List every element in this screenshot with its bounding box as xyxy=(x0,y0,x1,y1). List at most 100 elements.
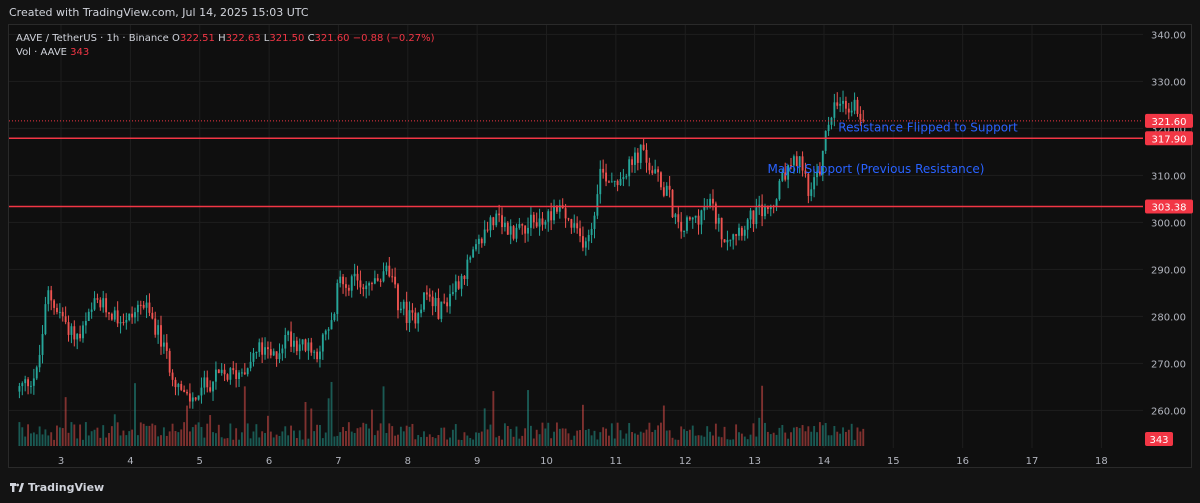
candle-body[interactable] xyxy=(388,265,391,277)
candle-body[interactable] xyxy=(356,273,359,281)
candle-body[interactable] xyxy=(232,368,235,371)
candle-body[interactable] xyxy=(304,339,307,351)
candle-body[interactable] xyxy=(842,100,844,104)
candle-body[interactable] xyxy=(235,370,238,379)
candle-body[interactable] xyxy=(32,378,35,386)
candle-body[interactable] xyxy=(746,219,749,230)
candle-body[interactable] xyxy=(108,312,110,314)
candle-body[interactable] xyxy=(180,384,183,390)
candle-body[interactable] xyxy=(839,103,842,106)
candle-body[interactable] xyxy=(423,292,425,310)
candle-body[interactable] xyxy=(726,239,729,243)
candle-body[interactable] xyxy=(287,331,290,336)
chart-annotation[interactable]: Major Support (Previous Resistance) xyxy=(768,162,985,176)
candle-body[interactable] xyxy=(44,304,47,335)
candle-body[interactable] xyxy=(683,230,686,232)
candle-body[interactable] xyxy=(662,187,665,196)
candle-body[interactable] xyxy=(547,211,550,222)
candle-body[interactable] xyxy=(454,281,457,293)
candle-body[interactable] xyxy=(411,310,414,313)
candle-body[interactable] xyxy=(197,395,200,400)
candle-body[interactable] xyxy=(76,333,79,340)
candle-body[interactable] xyxy=(836,102,839,106)
candle-body[interactable] xyxy=(651,170,654,174)
candle-body[interactable] xyxy=(269,349,272,356)
candle-body[interactable] xyxy=(336,283,339,314)
candle-body[interactable] xyxy=(261,342,264,355)
candle-body[interactable] xyxy=(431,296,434,307)
candle-body[interactable] xyxy=(553,205,555,221)
candle-body[interactable] xyxy=(605,172,607,182)
candle-body[interactable] xyxy=(359,280,362,288)
candle-body[interactable] xyxy=(764,207,766,217)
candle-body[interactable] xyxy=(813,177,816,190)
candle-body[interactable] xyxy=(290,331,292,347)
candle-body[interactable] xyxy=(30,385,32,387)
candle-body[interactable] xyxy=(160,325,162,347)
candle-body[interactable] xyxy=(463,275,466,280)
candle-body[interactable] xyxy=(755,207,758,225)
candle-body[interactable] xyxy=(174,379,177,388)
candle-body[interactable] xyxy=(168,350,171,373)
candle-body[interactable] xyxy=(613,180,616,182)
candle-body[interactable] xyxy=(293,340,295,347)
candle-body[interactable] xyxy=(743,229,746,236)
candle-body[interactable] xyxy=(472,249,475,258)
candle-body[interactable] xyxy=(125,319,128,323)
candle-body[interactable] xyxy=(824,130,827,151)
candle-body[interactable] xyxy=(324,330,327,335)
candle-body[interactable] xyxy=(451,292,454,294)
candle-body[interactable] xyxy=(581,236,584,248)
candle-body[interactable] xyxy=(593,215,596,229)
candle-body[interactable] xyxy=(186,391,188,394)
candle-body[interactable] xyxy=(686,217,688,231)
candle-body[interactable] xyxy=(376,278,379,281)
candle-body[interactable] xyxy=(694,215,697,218)
candle-body[interactable] xyxy=(67,322,70,335)
candle-body[interactable] xyxy=(628,159,631,177)
candle-body[interactable] xyxy=(151,312,154,319)
candle-body[interactable] xyxy=(544,221,547,225)
candle-body[interactable] xyxy=(440,301,443,319)
candle-body[interactable] xyxy=(183,389,186,392)
candle-body[interactable] xyxy=(449,293,451,307)
candle-body[interactable] xyxy=(226,374,229,380)
candle-body[interactable] xyxy=(740,227,743,236)
candle-body[interactable] xyxy=(483,229,486,244)
candle-body[interactable] xyxy=(53,300,56,308)
candle-body[interactable] xyxy=(116,310,119,324)
candle-body[interactable] xyxy=(495,213,498,226)
candle-body[interactable] xyxy=(128,313,131,320)
candle-body[interactable] xyxy=(264,347,266,355)
candle-body[interactable] xyxy=(87,311,90,321)
candle-body[interactable] xyxy=(414,312,417,324)
candle-body[interactable] xyxy=(368,283,371,286)
tradingview-logo[interactable]: TradingView xyxy=(10,481,104,494)
candle-body[interactable] xyxy=(240,372,243,374)
candle-body[interactable] xyxy=(139,304,142,306)
candle-body[interactable] xyxy=(295,340,298,352)
candle-body[interactable] xyxy=(688,217,691,220)
candle-body[interactable] xyxy=(102,298,105,308)
candle-body[interactable] xyxy=(579,228,581,237)
candle-body[interactable] xyxy=(408,310,411,323)
candle-body[interactable] xyxy=(489,217,492,231)
candle-body[interactable] xyxy=(680,221,683,232)
candle-body[interactable] xyxy=(281,348,284,354)
candle-body[interactable] xyxy=(350,276,353,291)
candle-body[interactable] xyxy=(162,342,165,347)
candle-body[interactable] xyxy=(856,99,859,114)
candle-body[interactable] xyxy=(136,304,139,313)
candle-body[interactable] xyxy=(550,211,553,221)
candle-body[interactable] xyxy=(766,207,769,210)
candle-body[interactable] xyxy=(460,275,463,289)
candle-body[interactable] xyxy=(636,152,639,163)
candlestick-chart[interactable]: 340.00330.00320.00310.00300.00290.00280.… xyxy=(0,0,1200,503)
candle-body[interactable] xyxy=(93,298,96,310)
candle-body[interactable] xyxy=(319,351,321,360)
candle-body[interactable] xyxy=(347,287,350,291)
candle-body[interactable] xyxy=(365,285,368,290)
candle-body[interactable] xyxy=(752,210,755,225)
candle-body[interactable] xyxy=(402,301,405,309)
candle-body[interactable] xyxy=(110,313,113,320)
